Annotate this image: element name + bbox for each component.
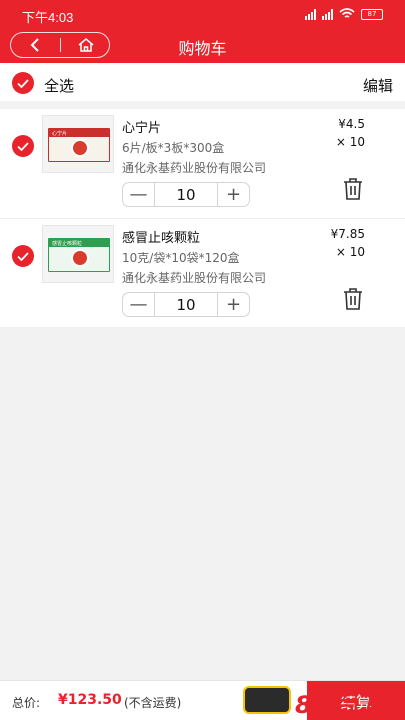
decrease-button[interactable]: — [123, 183, 154, 206]
select-all-checkbox[interactable] [12, 72, 34, 94]
status-bar: 下午4:03 87 [0, 0, 405, 30]
product-quantity-label: × 10 [335, 245, 365, 259]
shipping-note: (不含运费) [124, 696, 182, 710]
signal-icon [322, 8, 333, 20]
checkmark-icon [17, 78, 29, 88]
product-image[interactable]: 心宁片 [42, 115, 114, 173]
product-manufacturer: 通化永基药业股份有限公司 [122, 271, 267, 285]
quantity-input[interactable]: 10 [154, 183, 218, 206]
quantity-input[interactable]: 10 [154, 293, 218, 316]
product-spec: 10克/袋*10袋*120盒 [122, 251, 240, 265]
product-name[interactable]: 心宁片 [122, 117, 161, 136]
wifi-icon [339, 8, 355, 18]
select-all-label: 全选 [44, 77, 75, 95]
product-price: ¥4.5 [338, 117, 365, 131]
watermark-text: 80后下载 [295, 691, 381, 719]
total-amount: ¥123.50 [58, 692, 122, 708]
hd-signal-icon [305, 8, 316, 20]
quantity-stepper: — 10 + [122, 292, 250, 317]
item-checkbox[interactable] [12, 135, 34, 157]
product-name[interactable]: 感冒止咳颗粒 [122, 227, 200, 246]
item-checkbox[interactable] [12, 245, 34, 267]
medicine-box-image: 心宁片 [48, 128, 110, 162]
trash-icon[interactable] [342, 177, 364, 201]
cart-item: 心宁片 心宁片 6片/板*3板*300盒 通化永基药业股份有限公司 ¥4.5 ×… [0, 109, 405, 218]
status-time: 下午4:03 [22, 10, 74, 25]
edit-button[interactable]: 编辑 [363, 75, 393, 96]
checkmark-icon [17, 141, 29, 151]
quantity-stepper: — 10 + [122, 182, 250, 207]
increase-button[interactable]: + [218, 293, 249, 316]
page-title: 购物车 [178, 39, 227, 58]
decrease-button[interactable]: — [123, 293, 154, 316]
status-icons: 87 [305, 8, 383, 20]
increase-button[interactable]: + [218, 183, 249, 206]
select-all-bar: 全选 编辑 [0, 63, 405, 101]
product-image[interactable]: 感冒止咳颗粒 [42, 225, 114, 283]
navigation-header: 购物车 [0, 30, 405, 63]
product-price: ¥7.85 [330, 227, 365, 241]
medicine-box-image: 感冒止咳颗粒 [48, 238, 110, 272]
watermark-logo-icon [243, 686, 291, 714]
product-manufacturer: 通化永基药业股份有限公司 [122, 161, 267, 175]
product-quantity-label: × 10 [335, 135, 365, 149]
checkmark-icon [17, 251, 29, 261]
cart-list: 心宁片 心宁片 6片/板*3板*300盒 通化永基药业股份有限公司 ¥4.5 ×… [0, 109, 405, 327]
watermark: 80后下载 [243, 682, 405, 720]
product-spec: 6片/板*3板*300盒 [122, 141, 225, 155]
cart-item: 感冒止咳颗粒 感冒止咳颗粒 10克/袋*10袋*120盒 通化永基药业股份有限公… [0, 218, 405, 327]
battery-icon: 87 [361, 8, 383, 20]
trash-icon[interactable] [342, 287, 364, 311]
total-label: 总价: [12, 696, 41, 710]
